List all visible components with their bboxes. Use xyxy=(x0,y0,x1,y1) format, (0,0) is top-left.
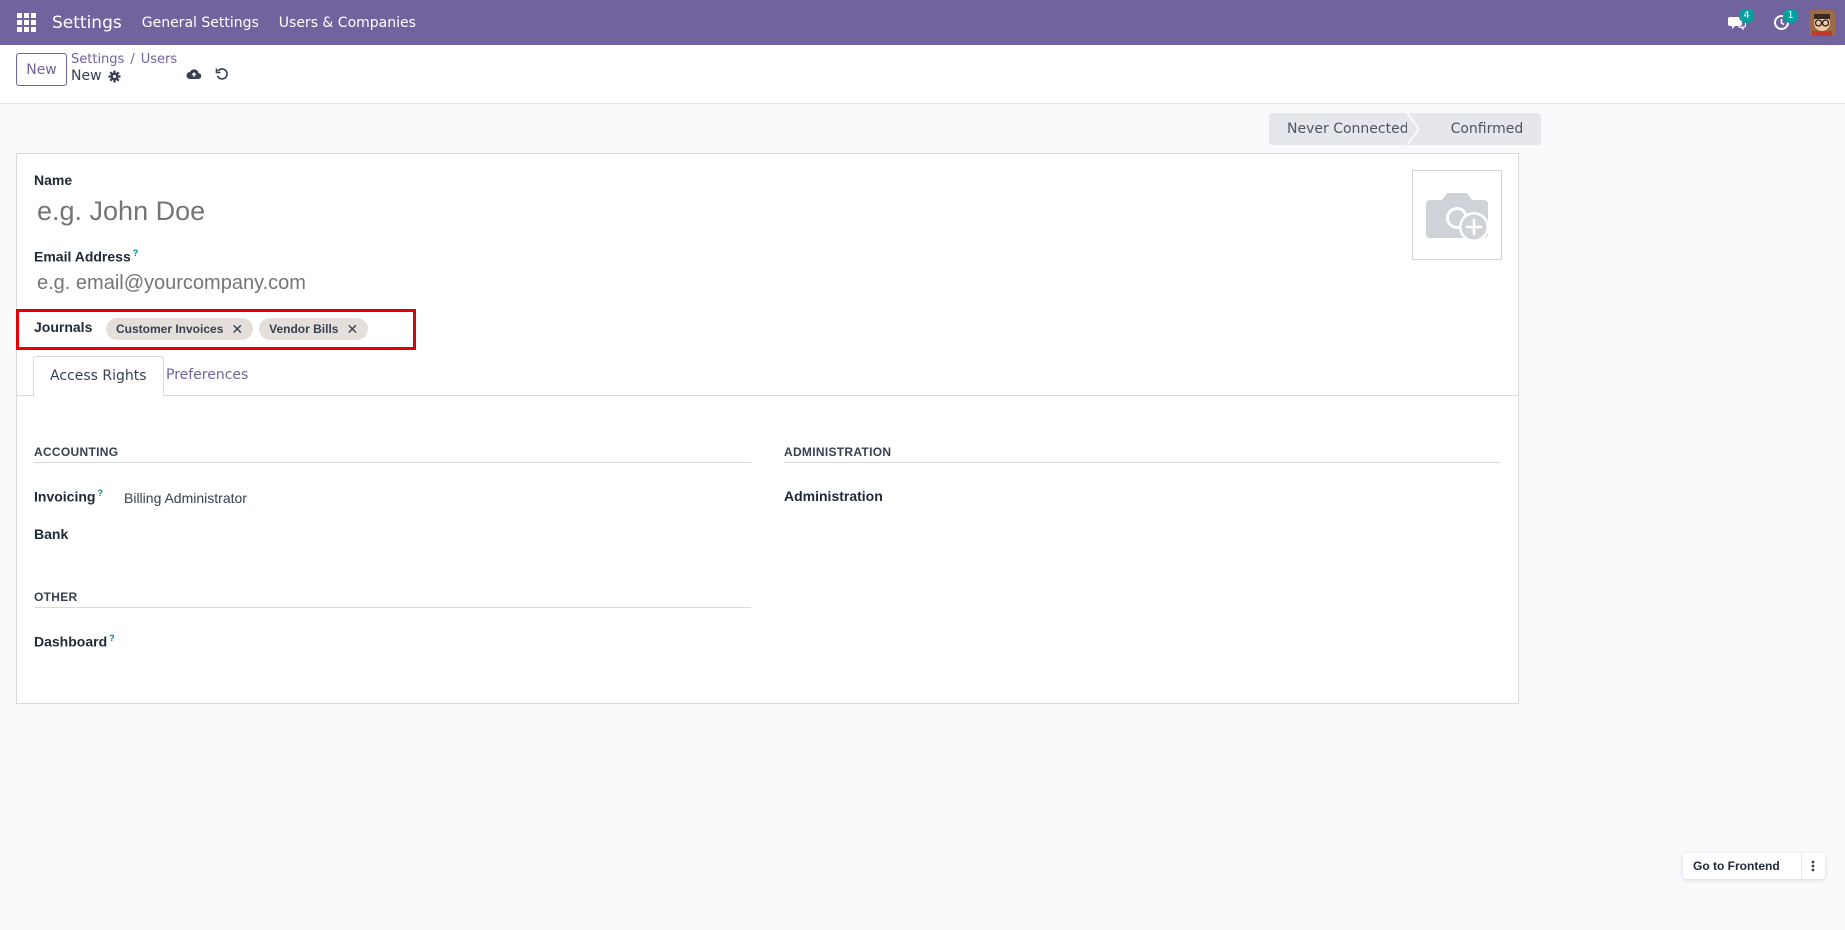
tag-label: Vendor Bills xyxy=(269,322,339,336)
group-title-administration: ADMINISTRATION xyxy=(784,445,892,459)
status-arrow-icon xyxy=(1407,113,1419,145)
tag-vendor-bills[interactable]: Vendor Bills ✕ xyxy=(259,318,369,340)
app-brand[interactable]: Settings xyxy=(52,13,122,33)
bank-label: Bank xyxy=(34,526,69,542)
activities-button[interactable]: 1 xyxy=(1759,0,1803,45)
messages-button[interactable]: 4 xyxy=(1715,0,1759,45)
go-to-frontend-widget: Go to Frontend xyxy=(1683,853,1825,879)
activities-count-badge: 1 xyxy=(1783,9,1798,23)
more-options-icon[interactable] xyxy=(1801,853,1823,879)
avatar-image xyxy=(1809,9,1835,36)
breadcrumb-settings[interactable]: Settings xyxy=(71,52,124,67)
save-cloud-icon[interactable] xyxy=(185,65,203,83)
invoicing-help-icon[interactable]: ? xyxy=(97,488,103,498)
status-never-connected[interactable]: Never Connected xyxy=(1269,113,1429,145)
administration-label: Administration xyxy=(784,488,883,504)
tab-preferences[interactable]: Preferences xyxy=(150,356,264,397)
gear-icon[interactable] xyxy=(108,69,121,83)
dashboard-label: Dashboard? xyxy=(34,633,115,650)
email-label: Email Address? xyxy=(34,248,138,265)
remove-tag-icon[interactable]: ✕ xyxy=(231,322,243,336)
name-label: Name xyxy=(34,172,73,188)
group-divider xyxy=(34,462,751,463)
status-bar: Never Connected Confirmed xyxy=(1269,113,1542,145)
top-navbar: Settings General Settings Users & Compan… xyxy=(0,0,1845,45)
name-input[interactable] xyxy=(33,192,1133,230)
notebook-tabs: Access Rights Preferences xyxy=(17,356,1518,397)
journals-tags[interactable]: Customer Invoices ✕ Vendor Bills ✕ xyxy=(106,318,369,340)
user-avatar[interactable] xyxy=(1809,9,1835,36)
email-input[interactable] xyxy=(33,268,1133,298)
invoicing-label: Invoicing? xyxy=(34,488,103,505)
email-label-text: Email Address xyxy=(34,248,131,265)
apps-menu-icon[interactable] xyxy=(0,0,52,45)
menu-users-companies[interactable]: Users & Companies xyxy=(279,15,416,31)
form-sheet: Name Email Address? Journals Customer In… xyxy=(16,153,1519,704)
control-panel: New Settings / Users New xyxy=(0,45,1845,104)
avatar-upload[interactable] xyxy=(1412,170,1502,260)
discard-undo-icon[interactable] xyxy=(213,65,231,83)
tag-label: Customer Invoices xyxy=(116,322,224,336)
breadcrumb-separator: / xyxy=(130,52,135,67)
camera-plus-icon xyxy=(1426,193,1489,242)
menu-general-settings[interactable]: General Settings xyxy=(142,15,259,31)
remove-tag-icon[interactable]: ✕ xyxy=(346,322,358,336)
group-title-other: OTHER xyxy=(34,590,78,604)
group-divider xyxy=(784,462,1501,463)
status-confirmed[interactable]: Confirmed xyxy=(1428,113,1542,145)
email-help-icon[interactable]: ? xyxy=(133,248,139,258)
tab-access-rights[interactable]: Access Rights xyxy=(33,356,164,397)
group-divider xyxy=(34,607,751,608)
dashboard-help-icon[interactable]: ? xyxy=(109,633,115,643)
dashboard-label-text: Dashboard xyxy=(34,633,108,650)
messages-count-badge: 4 xyxy=(1739,9,1754,23)
record-name: New xyxy=(71,68,102,84)
go-to-frontend-button[interactable]: Go to Frontend xyxy=(1683,859,1801,873)
tag-customer-invoices[interactable]: Customer Invoices ✕ xyxy=(106,318,254,340)
breadcrumb: Settings / Users xyxy=(71,52,177,67)
breadcrumb-users[interactable]: Users xyxy=(141,52,177,67)
journals-label: Journals xyxy=(34,319,93,335)
invoicing-value[interactable]: Billing Administrator xyxy=(124,490,247,506)
group-title-accounting: ACCOUNTING xyxy=(34,445,119,459)
new-button[interactable]: New xyxy=(16,53,67,86)
invoicing-label-text: Invoicing xyxy=(34,488,96,505)
record-title: New xyxy=(71,68,121,84)
